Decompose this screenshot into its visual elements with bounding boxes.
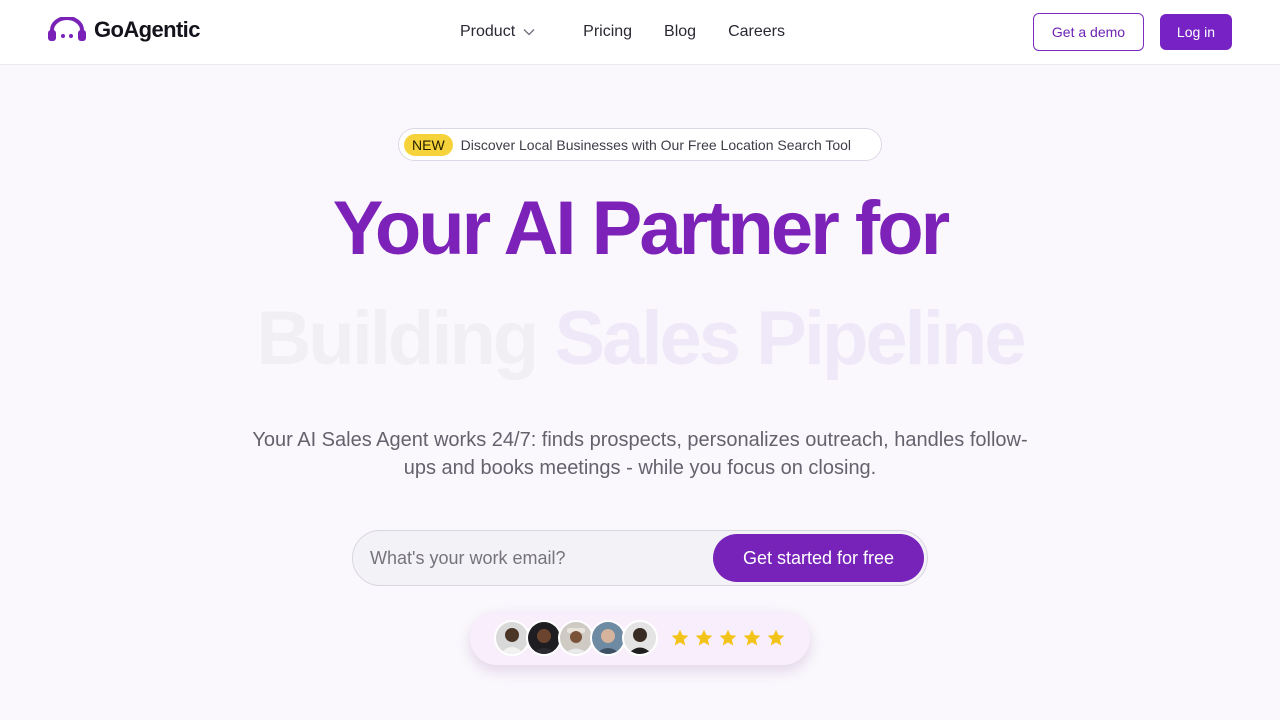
brand-logo[interactable]: GoAgentic: [48, 17, 200, 43]
star-icon: [719, 629, 737, 646]
customer-avatar: [590, 620, 626, 656]
customer-avatars: [494, 620, 658, 656]
login-button[interactable]: Log in: [1160, 14, 1232, 50]
star-icon: [695, 629, 713, 646]
hero-headline: Your AI Partner for: [332, 186, 950, 271]
chevron-down-icon: [523, 22, 535, 42]
star-icon: [671, 629, 689, 646]
rating-stars: [670, 628, 790, 648]
announcement-text: Discover Local Businesses with Our Free …: [460, 136, 852, 153]
star-icon: [743, 629, 761, 646]
customer-avatar: [494, 620, 530, 656]
nav-pricing[interactable]: Pricing: [583, 22, 632, 42]
headphones-logo-icon: [48, 17, 86, 41]
customer-avatar: [526, 620, 562, 656]
hero-rotating-text: Building Sales Pipeline: [0, 296, 1280, 382]
signup-form: Get started for free: [352, 530, 928, 586]
new-badge: NEW: [404, 133, 453, 156]
hero-description: Your AI Sales Agent works 24/7: finds pr…: [252, 429, 1028, 479]
rotating-word-building: Building: [256, 296, 539, 381]
announcement-banner[interactable]: NEW Discover Local Businesses with Our F…: [398, 128, 882, 161]
get-demo-button[interactable]: Get a demo: [1033, 13, 1144, 51]
customer-avatar: [622, 620, 658, 656]
customer-avatar: [558, 620, 594, 656]
nav-blog[interactable]: Blog: [664, 22, 696, 42]
social-proof: [470, 611, 810, 665]
main-nav: Product Pricing Blog Careers: [460, 22, 817, 42]
brand-name: GoAgentic: [94, 17, 200, 42]
nav-product[interactable]: Product: [460, 22, 535, 42]
nav-careers[interactable]: Careers: [728, 22, 785, 42]
rotating-word-sales-pipeline: Sales Pipeline: [554, 296, 1026, 381]
star-icon: [767, 629, 785, 646]
get-started-button[interactable]: Get started for free: [713, 534, 924, 582]
nav-product-label: Product: [460, 23, 516, 40]
work-email-input[interactable]: [370, 540, 710, 576]
site-header: GoAgentic Product Pricing Blog Careers G…: [0, 0, 1280, 65]
